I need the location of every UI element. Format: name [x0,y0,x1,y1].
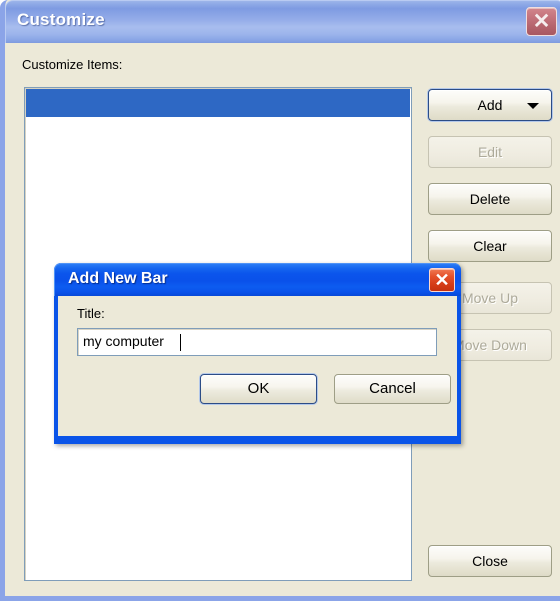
title-input[interactable]: my computer [77,328,437,356]
chevron-down-icon [527,103,539,109]
text-caret [180,334,181,351]
title-input-value: my computer [83,333,164,349]
close-icon: ✕ [532,10,551,33]
add-new-bar-close-button[interactable]: ✕ [429,268,455,292]
clear-button[interactable]: Clear [428,230,552,262]
close-button[interactable]: Close [428,545,552,577]
delete-button[interactable]: Delete [428,183,552,215]
add-new-bar-title: Add New Bar [68,270,168,287]
window-title: Customize [17,10,105,29]
customize-items-label: Customize Items: [22,57,123,72]
edit-button[interactable]: Edit [428,136,552,168]
window-titlebar: Customize ✕ [5,0,560,43]
close-icon: ✕ [434,270,450,290]
add-new-bar-dialog: Add New Bar ✕ Title: my computer OK Canc… [54,263,461,444]
add-new-bar-titlebar: Add New Bar ✕ [54,263,461,296]
add-button-label: Add [477,97,503,113]
customize-window: Customize ✕ Customize Items: Add Edit De… [0,0,560,601]
cancel-button[interactable]: Cancel [334,374,451,404]
window-client-area: Customize Items: Add Edit Delete Clear M… [10,43,560,596]
title-field-label: Title: [77,306,105,321]
add-new-bar-body: Title: my computer OK Cancel [54,296,461,440]
list-item[interactable] [26,89,410,118]
ok-button[interactable]: OK [200,374,317,404]
add-button[interactable]: Add [428,89,552,121]
window-close-button[interactable]: ✕ [526,7,557,36]
